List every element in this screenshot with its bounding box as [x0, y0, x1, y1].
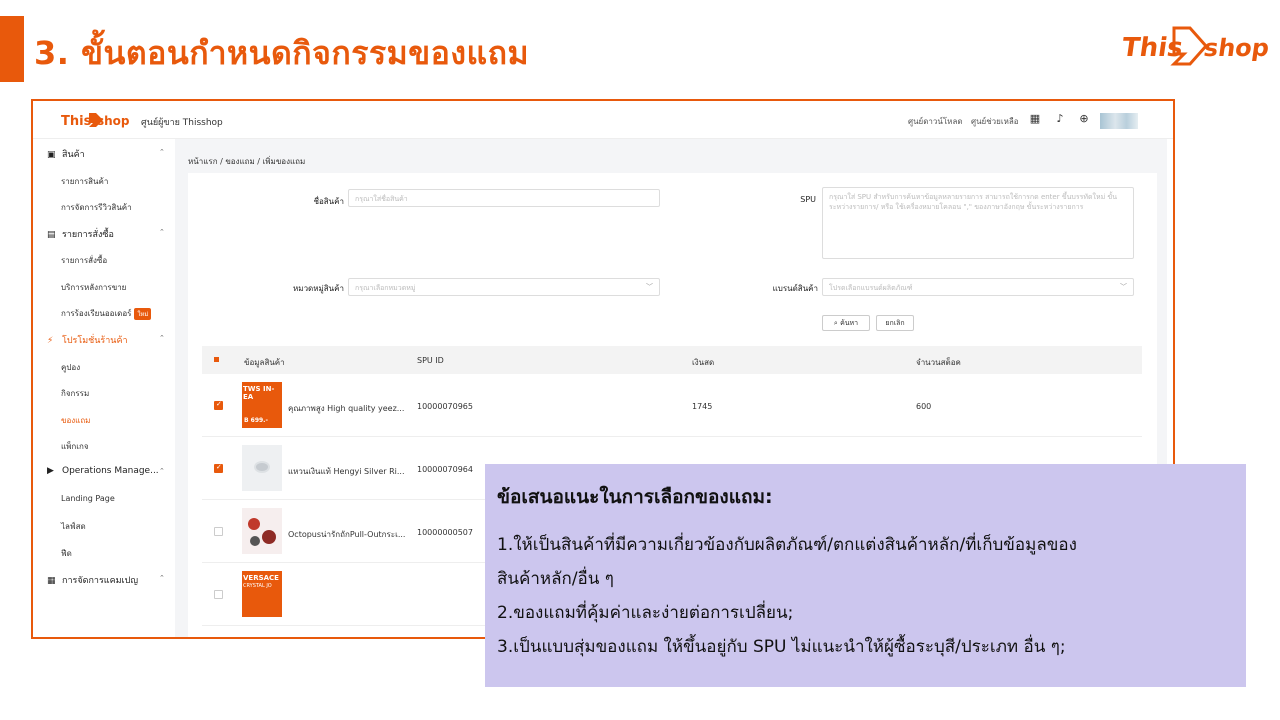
svg-text:shop: shop	[1202, 34, 1268, 62]
chart-icon: ▦	[47, 576, 56, 586]
row-checkbox[interactable]	[214, 463, 223, 473]
sidebar-item-live[interactable]: ไลฟ์สด	[61, 520, 86, 533]
product-name: คุณภาพสูง High quality yeez...	[288, 404, 405, 413]
product-name-label: ชื่อสินค้า	[313, 197, 344, 206]
sidebar-item-landing-page[interactable]: Landing Page	[61, 494, 115, 503]
note-line: 2.ของแถมที่คุ้มค่าและง่ายต่อการเปลี่ยน;	[497, 603, 794, 623]
chevron-up-icon[interactable]: ⌃	[159, 148, 165, 156]
bell-icon[interactable]: ♪	[1052, 111, 1068, 127]
stock-value: 600	[916, 402, 932, 411]
sidebar-item-packages[interactable]: แพ็กเกจ	[61, 440, 89, 453]
note-title: ข้อเสนอแนะในการเลือกของแถม:	[497, 486, 773, 508]
spu-textarea[interactable]: กรุณาใส่ SPU สำหรับการค้นหาข้อมูลหลายราย…	[822, 187, 1134, 259]
order-icon: ▤	[47, 230, 56, 240]
column-cash: เงินสด	[692, 358, 715, 367]
globe-icon[interactable]: ⊕	[1076, 111, 1092, 127]
sidebar-item-complaints[interactable]: การร้องเรียนออเดอร์ ใหม่	[61, 307, 152, 320]
sidebar-group-campaigns[interactable]: ▦ การจัดการแคมเปญ	[47, 573, 138, 587]
app-logo[interactable]: This shop	[61, 109, 131, 131]
svg-text:This: This	[61, 114, 92, 129]
qr-code-icon[interactable]: ▦	[1027, 111, 1043, 127]
spu-id: 10000070964	[417, 465, 473, 474]
search-button[interactable]: ⌕ ค้นหา	[822, 315, 870, 331]
download-center-link[interactable]: ศูนย์ดาวน์โหลด	[908, 115, 963, 128]
column-product-info: ข้อมูลสินค้า	[244, 358, 285, 367]
brand-label: แบรนด์สินค้า	[772, 284, 818, 293]
app-topbar: This shop ศูนย์ผู้ขาย Thisshop ศูนย์ดาวน…	[33, 101, 1173, 139]
product-thumbnail: TWS IN-EA B 699.-	[242, 382, 282, 428]
cash-value: 1745	[692, 402, 713, 411]
sidebar-group-products[interactable]: ▣ สินค้า	[47, 147, 85, 161]
avatar[interactable]	[1100, 113, 1138, 129]
product-thumbnail	[242, 508, 282, 554]
sidebar-item-after-sales[interactable]: บริการหลังการขาย	[61, 281, 126, 294]
svg-text:shop: shop	[97, 114, 130, 128]
sidebar-item-activities[interactable]: กิจกรรม	[61, 387, 89, 400]
sidebar-group-operations[interactable]: ▶ Operations Manage...	[47, 466, 159, 476]
product-icon: ▣	[47, 150, 56, 160]
help-center-link[interactable]: ศูนย์ช่วยเหลือ	[971, 115, 1019, 128]
product-thumbnail: VERSACE CRYSTAL JO	[242, 571, 282, 617]
chevron-up-icon[interactable]: ⌃	[159, 574, 165, 582]
chevron-up-icon[interactable]: ⌃	[159, 467, 165, 475]
category-select[interactable]: กรุณาเลือกหมวดหมู่ ﹀	[348, 278, 660, 296]
row-checkbox[interactable]	[214, 400, 223, 410]
product-thumbnail	[242, 445, 282, 491]
spu-id: 10000070965	[417, 402, 473, 411]
note-line: 3.เป็นแบบสุ่มของแถม ให้ขึ้นอยู่กับ SPU ไ…	[497, 637, 1066, 657]
sidebar: ▣ สินค้า ⌃ รายการสินค้า การจัดการรีวิวสิน…	[33, 139, 175, 637]
slide-title: 3. ขั้นตอนกำหนดกิจกรรมของแถม	[34, 34, 530, 72]
new-badge: ใหม่	[134, 308, 152, 320]
cancel-button[interactable]: ยกเลิก	[876, 315, 914, 331]
column-spu-id: SPU ID	[417, 356, 444, 365]
row-checkbox[interactable]	[214, 527, 223, 536]
spu-label: SPU	[800, 195, 816, 204]
lightning-icon: ⚡	[47, 336, 54, 346]
title-accent-bar	[0, 16, 24, 82]
note-line: สินค้าหลัก/อื่น ๆ	[497, 569, 614, 589]
chevron-down-icon: ﹀	[1120, 283, 1127, 291]
brand-select[interactable]: โปรดเลือกแบรนด์ผลิตภัณฑ์ ﹀	[822, 278, 1134, 296]
chevron-down-icon: ﹀	[646, 283, 653, 291]
suggestion-note: ข้อเสนอแนะในการเลือกของแถม: 1.ให้เป็นสิน…	[485, 464, 1246, 687]
sidebar-item-reviews[interactable]: การจัดการรีวิวสินค้า	[61, 201, 132, 214]
chevron-up-icon[interactable]: ⌃	[159, 334, 165, 342]
product-name: Octopusน่ารักถักPull-Outกระเ...	[288, 530, 406, 539]
table-header: ข้อมูลสินค้า SPU ID เงินสด จำนวนสต็อค	[202, 346, 1142, 374]
sidebar-group-promotions[interactable]: ⚡ โปรโมชั่นร้านค้า	[47, 333, 128, 347]
table-row[interactable]: TWS IN-EA B 699.- คุณภาพสูง High quality…	[202, 374, 1142, 437]
category-label: หมวดหมู่สินค้า	[293, 284, 344, 293]
sidebar-item-feed[interactable]: ฟีด	[61, 547, 72, 560]
column-stock: จำนวนสต็อค	[916, 358, 961, 367]
product-name: แหวนเงินแท้ Hengyi Silver Ri...	[288, 467, 405, 476]
row-checkbox[interactable]	[214, 590, 223, 599]
play-icon: ▶	[47, 466, 54, 476]
sidebar-item-order-list[interactable]: รายการสั่งซื้อ	[61, 254, 107, 267]
sidebar-item-product-list[interactable]: รายการสินค้า	[61, 175, 108, 188]
breadcrumb: หน้าแรก / ของแถม / เพิ่มของแถม	[188, 157, 306, 166]
product-name-input[interactable]: กรุณาใส่ชื่อสินค้า	[348, 189, 660, 207]
slide: 3. ขั้นตอนกำหนดกิจกรรมของแถม This shop T…	[0, 0, 1280, 720]
chevron-up-icon[interactable]: ⌃	[159, 228, 165, 236]
select-all-checkbox[interactable]	[214, 357, 219, 362]
sidebar-item-gifts[interactable]: ของแถม	[61, 414, 90, 427]
sidebar-group-orders[interactable]: ▤ รายการสั่งซื้อ	[47, 227, 114, 241]
app-title: ศูนย์ผู้ขาย Thisshop	[141, 118, 223, 128]
sidebar-item-coupons[interactable]: คูปอง	[61, 361, 80, 374]
thisshop-logo: This shop	[1120, 26, 1268, 66]
spu-id: 10000000507	[417, 528, 473, 537]
note-line: 1.ให้เป็นสินค้าที่มีความเกี่ยวข้องกับผลิ…	[497, 535, 1077, 555]
